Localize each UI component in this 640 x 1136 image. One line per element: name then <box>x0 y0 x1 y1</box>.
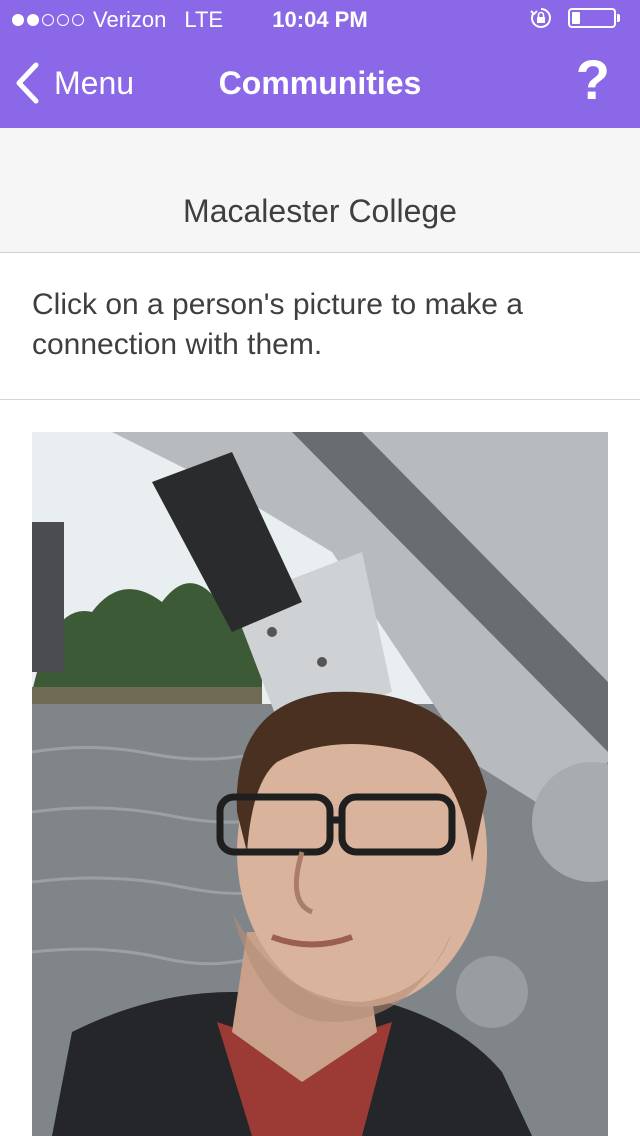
instructions-text: Click on a person's picture to make a co… <box>32 288 523 361</box>
person-picture[interactable] <box>32 432 608 1136</box>
battery-fill <box>572 12 580 24</box>
help-button[interactable]: ? <box>576 52 610 108</box>
community-name: Macalester College <box>183 193 457 229</box>
battery-tip <box>617 14 620 22</box>
status-bar: Verizon LTE 10:04 PM <box>0 0 640 40</box>
page-title: Communities <box>218 65 422 101</box>
status-right <box>530 7 620 29</box>
person-photo-image <box>32 432 608 1136</box>
community-header: Macalester College <box>0 128 640 253</box>
orientation-lock-icon <box>530 8 551 28</box>
top-bar: Verizon LTE 10:04 PM Menu Communities ? <box>0 0 640 128</box>
battery-icon <box>568 8 616 28</box>
divider <box>0 399 640 400</box>
navigation-bar: Menu Communities ? <box>0 40 640 128</box>
